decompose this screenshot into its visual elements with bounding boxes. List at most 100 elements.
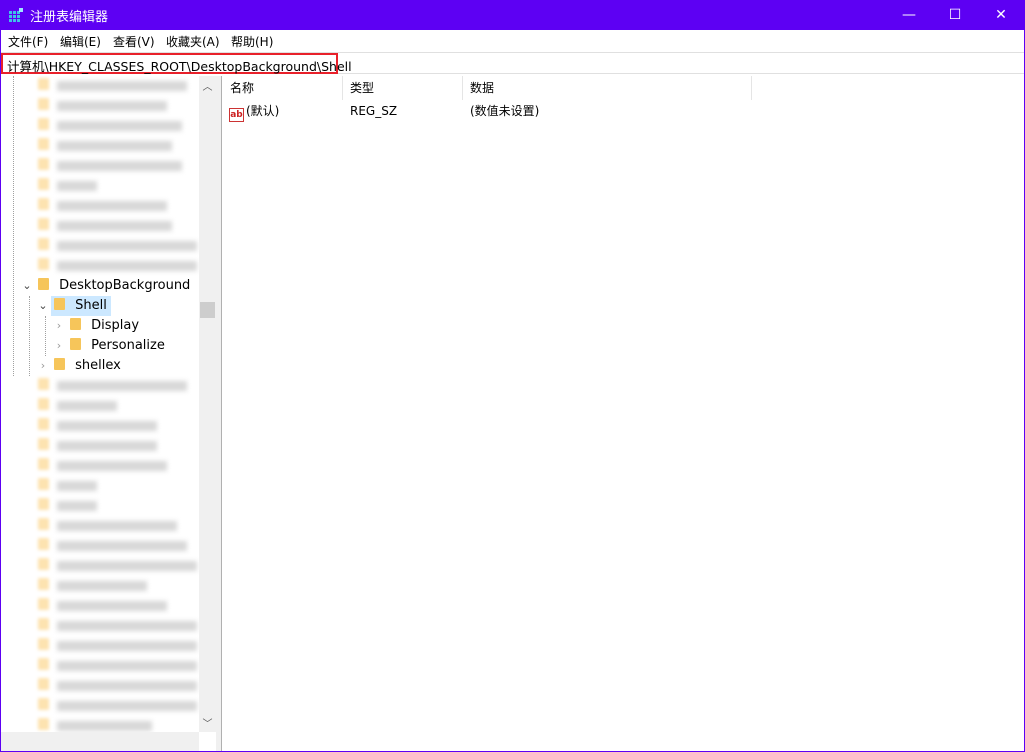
chevron-right-icon[interactable]: › bbox=[53, 316, 65, 336]
scrollbar-thumb[interactable] bbox=[200, 302, 215, 318]
tree-guide-line bbox=[13, 76, 14, 376]
tree-node-blurred[interactable] bbox=[38, 536, 187, 556]
redacted-label bbox=[57, 500, 97, 511]
column-header-name[interactable]: 名称 bbox=[223, 76, 343, 100]
tree-node-personalize[interactable]: › Personalize bbox=[53, 336, 165, 356]
folder-icon bbox=[70, 338, 81, 350]
tree-node-blurred[interactable] bbox=[38, 656, 197, 676]
redacted-label bbox=[57, 120, 182, 131]
tree-node-blurred[interactable] bbox=[38, 236, 197, 256]
folder-icon bbox=[38, 678, 49, 690]
tree-node-shellex[interactable]: › shellex bbox=[37, 356, 121, 376]
redacted-label bbox=[57, 560, 197, 571]
tree-node-blurred[interactable] bbox=[38, 676, 197, 696]
tree-node-blurred[interactable] bbox=[38, 516, 177, 536]
folder-icon bbox=[38, 578, 49, 590]
minimize-button[interactable]: — bbox=[886, 0, 932, 30]
chevron-right-icon[interactable]: › bbox=[53, 336, 65, 356]
menu-favorites[interactable]: 收藏夹(A) bbox=[166, 33, 220, 50]
tree-node-blurred[interactable] bbox=[38, 176, 97, 196]
folder-icon bbox=[38, 378, 49, 390]
redacted-label bbox=[57, 660, 197, 671]
chevron-right-icon[interactable]: › bbox=[37, 356, 49, 376]
address-path[interactable]: 计算机\HKEY_CLASSES_ROOT\DesktopBackground\… bbox=[1, 53, 352, 74]
tree-node-blurred[interactable] bbox=[38, 396, 117, 416]
tree-node-blurred[interactable] bbox=[38, 96, 167, 116]
maximize-button[interactable]: ☐ bbox=[932, 0, 978, 30]
redacted-label bbox=[57, 380, 187, 391]
registry-tree[interactable]: ⌄ DesktopBackground ⌄ Shell › Display › … bbox=[1, 76, 199, 751]
folder-icon bbox=[38, 598, 49, 610]
tree-node-blurred[interactable] bbox=[38, 616, 197, 636]
menu-edit[interactable]: 编辑(E) bbox=[60, 33, 101, 50]
title-bar[interactable]: 注册表编辑器 — ☐ ✕ bbox=[1, 0, 1024, 30]
tree-node-shell[interactable]: ⌄ Shell bbox=[37, 296, 111, 316]
tree-node-blurred[interactable] bbox=[38, 196, 167, 216]
redacted-label bbox=[57, 680, 197, 691]
tree-node-label: shellex bbox=[75, 358, 121, 373]
tree-node-label: DesktopBackground bbox=[59, 278, 191, 293]
tree-vertical-scrollbar[interactable]: ︿ ﹀ bbox=[199, 76, 216, 732]
value-data: (数值未设置) bbox=[470, 104, 540, 118]
tree-node-blurred[interactable] bbox=[38, 496, 97, 516]
tree-node-blurred[interactable] bbox=[38, 376, 187, 396]
menu-file[interactable]: 文件(F) bbox=[8, 33, 48, 50]
menu-view[interactable]: 查看(V) bbox=[113, 33, 155, 50]
folder-icon bbox=[54, 298, 65, 310]
column-header-type[interactable]: 类型 bbox=[343, 76, 463, 100]
close-button[interactable]: ✕ bbox=[978, 0, 1024, 30]
tree-node-display[interactable]: › Display bbox=[53, 316, 139, 336]
redacted-label bbox=[57, 220, 172, 231]
redacted-label bbox=[57, 620, 197, 631]
chevron-down-icon[interactable]: ⌄ bbox=[21, 276, 33, 296]
tree-node-blurred[interactable] bbox=[38, 256, 197, 276]
tree-node-blurred[interactable] bbox=[38, 636, 197, 656]
scroll-down-icon[interactable]: ﹀ bbox=[199, 715, 216, 730]
tree-node-blurred[interactable] bbox=[38, 596, 167, 616]
tree-node-blurred[interactable] bbox=[38, 216, 172, 236]
redacted-label bbox=[57, 420, 157, 431]
tree-node-blurred[interactable] bbox=[38, 576, 147, 596]
redacted-label bbox=[57, 80, 187, 91]
regedit-window: 注册表编辑器 — ☐ ✕ 文件(F) 编辑(E) 查看(V) 收藏夹(A) 帮助… bbox=[1, 0, 1024, 751]
redacted-label bbox=[57, 520, 177, 531]
address-bar[interactable]: 计算机\HKEY_CLASSES_ROOT\DesktopBackground\… bbox=[1, 52, 1024, 74]
folder-icon bbox=[38, 118, 49, 130]
tree-node-blurred[interactable] bbox=[38, 436, 157, 456]
tree-node-desktopbackground[interactable]: ⌄ DesktopBackground bbox=[21, 276, 190, 296]
tree-node-blurred[interactable] bbox=[38, 76, 187, 96]
menu-bar: 文件(F) 编辑(E) 查看(V) 收藏夹(A) 帮助(H) bbox=[1, 30, 1024, 52]
tree-node-blurred[interactable] bbox=[38, 116, 182, 136]
tree-node-blurred[interactable] bbox=[38, 136, 172, 156]
folder-icon bbox=[38, 178, 49, 190]
redacted-label bbox=[57, 540, 187, 551]
column-header-data[interactable]: 数据 bbox=[463, 76, 752, 100]
menu-help[interactable]: 帮助(H) bbox=[231, 33, 273, 50]
folder-icon bbox=[38, 718, 49, 730]
chevron-down-icon[interactable]: ⌄ bbox=[37, 296, 49, 316]
redacted-label bbox=[57, 140, 172, 151]
scroll-up-icon[interactable]: ︿ bbox=[199, 78, 216, 93]
folder-icon bbox=[38, 638, 49, 650]
folder-icon bbox=[38, 538, 49, 550]
tree-node-blurred[interactable] bbox=[38, 696, 197, 716]
redacted-label bbox=[57, 480, 97, 491]
folder-icon bbox=[38, 218, 49, 230]
folder-icon bbox=[38, 518, 49, 530]
folder-icon bbox=[38, 418, 49, 430]
pane-splitter[interactable] bbox=[216, 76, 222, 751]
redacted-label bbox=[57, 260, 197, 271]
folder-icon bbox=[38, 98, 49, 110]
tree-horizontal-scrollbar[interactable] bbox=[1, 732, 199, 751]
tree-node-blurred[interactable] bbox=[38, 156, 182, 176]
tree-node-blurred[interactable] bbox=[38, 476, 97, 496]
values-list[interactable]: 名称 类型 数据 ab (默认) REG_SZ (数值未设置) bbox=[223, 76, 1024, 751]
tree-node-blurred[interactable] bbox=[38, 556, 197, 576]
regedit-app-icon bbox=[9, 8, 23, 22]
tree-node-blurred[interactable] bbox=[38, 416, 157, 436]
tree-node-blurred[interactable] bbox=[38, 456, 167, 476]
tree-node-label: Personalize bbox=[91, 338, 165, 353]
redacted-label bbox=[57, 200, 167, 211]
folder-icon bbox=[38, 138, 49, 150]
redacted-label bbox=[57, 580, 147, 591]
